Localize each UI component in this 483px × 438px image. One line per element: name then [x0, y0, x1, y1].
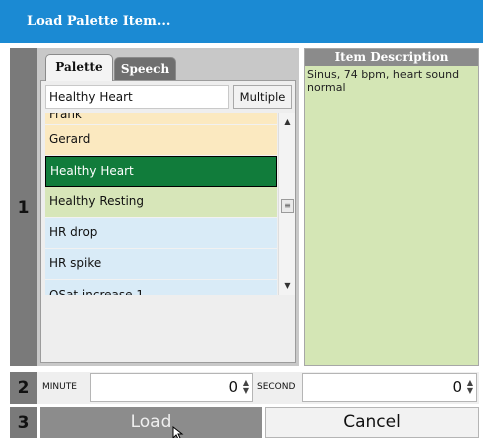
scroll-down-icon[interactable]: ▼: [279, 281, 296, 290]
list-item[interactable]: HR drop: [45, 218, 277, 249]
tab-palette[interactable]: Palette: [45, 54, 113, 81]
multiple-button[interactable]: Multiple: [233, 85, 292, 109]
minute-value: 0: [228, 378, 238, 396]
second-label: SECOND: [257, 382, 296, 392]
load-button[interactable]: Load: [40, 407, 262, 438]
item-description-panel: [304, 48, 479, 366]
scroll-thumb[interactable]: ≡: [281, 199, 294, 213]
step-3-indicator: 3: [10, 407, 37, 438]
mouse-cursor-icon: [172, 426, 184, 438]
step-1-indicator: 1: [10, 48, 37, 366]
palette-list: Frank Gerard Healthy Heart Healthy Resti…: [45, 113, 277, 295]
list-item[interactable]: Gerard: [45, 125, 277, 156]
list-item[interactable]: Healthy Resting: [45, 187, 277, 218]
cancel-button[interactable]: Cancel: [265, 407, 479, 438]
item-description-header: Item Description: [305, 49, 478, 66]
stepper-arrows-icon[interactable]: ▲ ▼: [467, 379, 473, 395]
stepper-arrows-icon[interactable]: ▲ ▼: [243, 379, 249, 395]
scroll-up-icon[interactable]: ▲: [279, 117, 296, 126]
title-bar: Load Palette Item...: [0, 0, 483, 43]
step-2-indicator: 2: [10, 372, 37, 404]
second-value: 0: [452, 378, 462, 396]
step-2-number: 2: [17, 378, 30, 398]
step-1-number: 1: [17, 198, 30, 218]
list-item[interactable]: Frank: [45, 113, 277, 125]
tab-speech[interactable]: Speech: [114, 57, 176, 80]
step-3-number: 3: [17, 413, 30, 433]
list-item-selected[interactable]: Healthy Heart: [45, 156, 277, 187]
minute-label: MINUTE: [42, 382, 77, 392]
list-scrollbar[interactable]: ▲ ≡ ▼: [278, 113, 295, 295]
second-stepper[interactable]: 0 ▲ ▼: [302, 373, 477, 402]
item-description-text: Sinus, 74 bpm, heart sound normal: [307, 68, 460, 94]
list-item[interactable]: OSat increase 1: [45, 280, 277, 295]
search-input[interactable]: Healthy Heart: [45, 85, 229, 109]
window-title: Load Palette Item...: [27, 14, 171, 29]
list-item[interactable]: HR spike: [45, 249, 277, 280]
minute-stepper[interactable]: 0 ▲ ▼: [90, 373, 253, 402]
